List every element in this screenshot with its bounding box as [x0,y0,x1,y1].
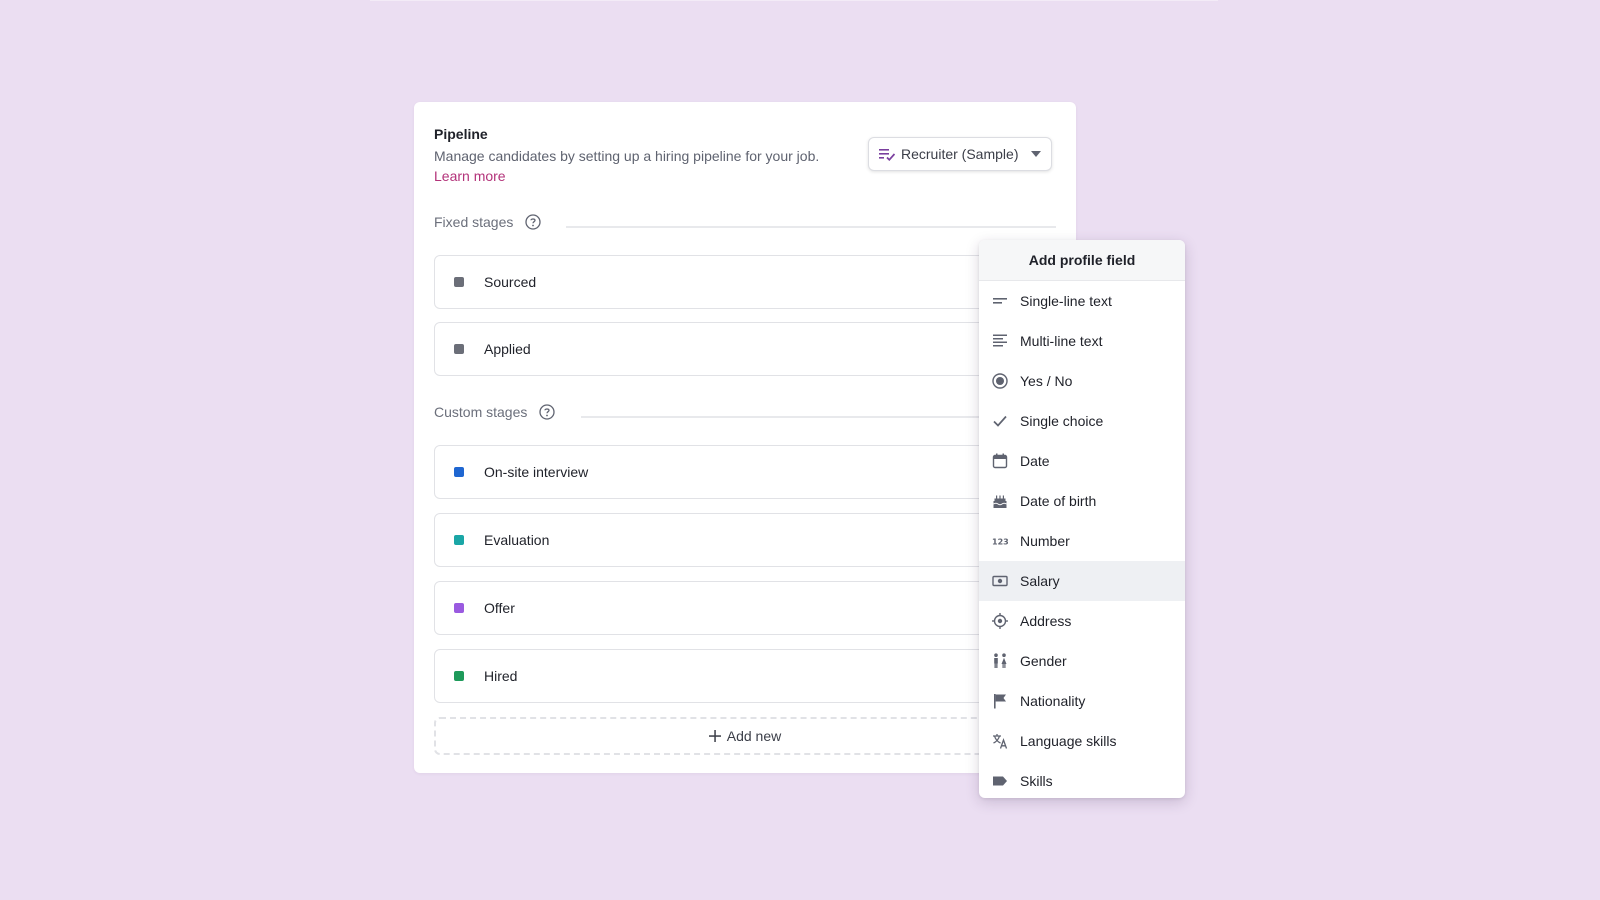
menu-item-label: Address [1020,613,1072,629]
custom-stages-label: Custom stages [434,404,528,420]
menu-item-label: Language skills [1020,733,1117,749]
stage-color-swatch [454,344,464,354]
stage-row-on-site-interview[interactable]: On-site interview [434,445,1056,499]
tag-icon [992,773,1008,789]
translate-icon [992,733,1008,749]
menu-item-label: Multi-line text [1020,333,1103,349]
menu-item-label: Skills [1020,773,1053,789]
stage-label: Evaluation [484,532,550,548]
page-title: Pipeline [434,126,488,142]
fixed-stages-header: Fixed stages [434,214,542,230]
stage-label: Sourced [484,274,537,290]
pipeline-description: Manage candidates by setting up a hiring… [434,148,820,164]
menu-item-salary[interactable]: Salary [979,561,1185,601]
add-profile-field-menu: Add profile field Single-line text Multi… [979,240,1185,798]
learn-more-link[interactable]: Learn more [434,168,506,184]
stage-color-swatch [454,467,464,477]
stage-label: Applied [484,341,531,357]
multi-line-text-icon [992,333,1008,349]
add-new-stage-button[interactable]: Add new [434,717,1056,755]
pipeline-card: Pipeline Manage candidates by setting up… [414,102,1076,773]
menu-item-gender[interactable]: Gender [979,641,1185,681]
dropdown-selected-label: Recruiter (Sample) [901,146,1019,162]
menu-item-label: Number [1020,533,1070,549]
stage-row-offer[interactable]: Offer [434,581,1056,635]
stage-color-swatch [454,671,464,681]
menu-item-skills[interactable]: Skills [979,761,1185,798]
stage-row-applied[interactable]: Applied [434,322,1056,376]
stage-label: Hired [484,668,518,684]
check-icon [992,413,1008,429]
single-line-text-icon [992,293,1008,309]
menu-item-label: Salary [1020,573,1060,589]
fixed-stages-label: Fixed stages [434,214,514,230]
caret-down-icon [1031,151,1041,157]
help-icon[interactable] [539,404,556,420]
help-icon[interactable] [525,214,542,230]
stage-row-evaluation[interactable]: Evaluation [434,513,1056,567]
section-divider [566,226,1056,228]
stage-color-swatch [454,277,464,287]
cake-icon [992,493,1008,509]
menu-header: Add profile field [979,240,1185,281]
plus-icon [708,730,721,742]
stage-row-sourced[interactable]: Sourced [434,255,1056,309]
menu-item-nationality[interactable]: Nationality [979,681,1185,721]
menu-item-address[interactable]: Address [979,601,1185,641]
menu-item-number[interactable]: 123 Number [979,521,1185,561]
menu-item-single-choice[interactable]: Single choice [979,401,1185,441]
menu-item-label: Date [1020,453,1050,469]
radio-icon [992,373,1008,389]
pipeline-template-dropdown[interactable]: Recruiter (Sample) [868,137,1052,171]
add-new-label: Add new [726,728,782,744]
gender-icon [992,653,1008,669]
svg-text:123: 123 [992,538,1008,547]
menu-item-language-skills[interactable]: Language skills [979,721,1185,761]
menu-item-label: Single choice [1020,413,1104,429]
calendar-icon [992,453,1008,469]
menu-item-label: Date of birth [1020,493,1097,509]
custom-stages-header: Custom stages [434,404,556,420]
stage-color-swatch [454,603,464,613]
menu-item-date-of-birth[interactable]: Date of birth [979,481,1185,521]
stage-label: On-site interview [484,464,589,480]
location-icon [992,613,1008,629]
checklist-icon [879,147,895,161]
menu-item-label: Yes / No [1020,373,1073,389]
menu-item-label: Single-line text [1020,293,1112,309]
stage-row-hired[interactable]: Hired [434,649,1056,703]
menu-item-multi-line-text[interactable]: Multi-line text [979,321,1185,361]
flag-icon [992,693,1008,709]
number-icon: 123 [992,533,1008,549]
menu-item-label: Gender [1020,653,1067,669]
money-icon [992,573,1008,589]
stage-color-swatch [454,535,464,545]
top-border [370,0,1218,1]
menu-item-label: Nationality [1020,693,1086,709]
menu-item-single-line-text[interactable]: Single-line text [979,281,1185,321]
stage-label: Offer [484,600,515,616]
menu-item-date[interactable]: Date [979,441,1185,481]
menu-item-yes-no[interactable]: Yes / No [979,361,1185,401]
